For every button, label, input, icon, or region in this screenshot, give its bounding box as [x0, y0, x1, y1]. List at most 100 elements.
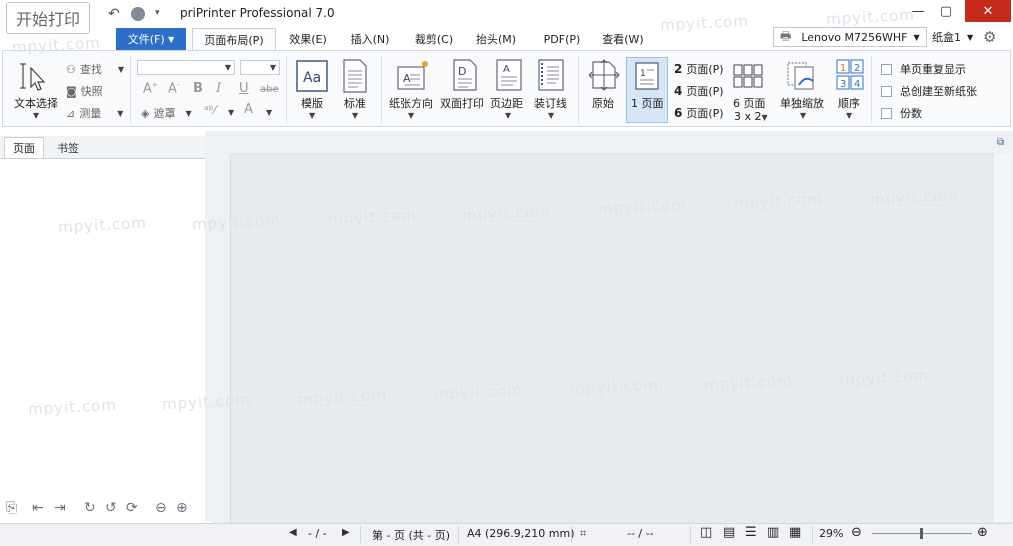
tab-crop[interactable]: 裁剪(C)	[408, 28, 460, 50]
chevron-down-icon[interactable]: ▼	[846, 111, 852, 120]
next-page-icon[interactable]: ▶	[342, 527, 350, 538]
refresh-icon[interactable]: ↻	[84, 500, 96, 516]
export-icon[interactable]: ⇥	[54, 500, 66, 516]
app-title: priPrinter Professional 7.0	[180, 6, 335, 20]
import-icon[interactable]: ⇤	[32, 500, 44, 516]
chevron-down-icon: ▼	[967, 32, 974, 42]
undo-icon[interactable]: ↶	[108, 6, 120, 22]
single-page-view-icon[interactable]: ▤	[723, 525, 735, 540]
tab-header[interactable]: 抬头(M)	[470, 28, 522, 50]
bold-icon[interactable]: B	[193, 81, 203, 96]
font-color-icon[interactable]: A	[244, 102, 253, 117]
left-panel	[0, 131, 206, 521]
checkbox-box	[881, 85, 892, 97]
chevron-down-icon[interactable]: ▼	[33, 111, 39, 120]
continuous-view-icon[interactable]: ☰	[745, 525, 757, 540]
new-sheet-checkbox[interactable]: 总创建至新纸张	[881, 83, 977, 99]
highlight-icon[interactable]: ᵃᵇ⁄	[204, 103, 216, 117]
binding-button[interactable]: 装订线	[534, 95, 567, 111]
page-view-icon[interactable]: ◫	[700, 525, 712, 540]
font-grow-icon[interactable]: A+	[143, 81, 158, 96]
find-label: 查找	[79, 63, 102, 76]
scale-single-button[interactable]: 单独缩放	[780, 95, 824, 111]
two-pages-button[interactable]: 2 页面(P)	[674, 61, 724, 77]
order-button[interactable]: 顺序	[838, 95, 860, 111]
add-page-icon[interactable]: ⎘	[6, 500, 17, 516]
italic-icon[interactable]: I	[216, 81, 221, 96]
six-pages-button[interactable]: 6 页面(P)	[674, 105, 724, 121]
prev-page-icon[interactable]: ◀	[289, 527, 297, 538]
tray-select[interactable]: 纸盒1 ▼	[928, 27, 978, 47]
grid-size-select[interactable]: 3 x 2▼	[734, 110, 768, 123]
tab-effects[interactable]: 效果(E)	[282, 28, 334, 50]
chevron-down-icon[interactable]: ▼	[548, 111, 554, 120]
chevron-down-icon[interactable]: ▼	[266, 108, 272, 117]
four-pages-label: 页面(P)	[686, 85, 724, 98]
close-icon[interactable]: ✕	[965, 0, 1011, 22]
font-shrink-icon[interactable]: A-	[168, 81, 179, 96]
vertical-scrollbar[interactable]	[994, 154, 1011, 522]
duplex-button[interactable]: 双面打印	[440, 95, 484, 111]
strikethrough-icon[interactable]: abe	[260, 84, 279, 95]
start-print-button[interactable]: 开始打印	[6, 2, 90, 34]
grid-view-icon[interactable]: ▦	[789, 525, 801, 540]
zoom-in-icon[interactable]: ⊕	[176, 500, 188, 516]
snapshot-button[interactable]: ◙ 快照	[66, 83, 103, 99]
panel-toggle-icon[interactable]: ⧉	[997, 137, 1004, 148]
quick-access-dropdown-icon[interactable]: ▾	[155, 8, 160, 18]
ribbon-separator	[871, 56, 872, 124]
underline-icon[interactable]: U	[239, 81, 249, 96]
repeat-single-page-checkbox[interactable]: 单页重复显示	[881, 61, 966, 77]
tab-pdf[interactable]: PDF(P)	[536, 28, 588, 50]
zoom-out-icon[interactable]: ⊖	[851, 525, 862, 540]
zoom-in-icon[interactable]: ⊕	[977, 525, 988, 540]
six-pages-label: 页面(P)	[686, 107, 724, 120]
svg-text:1: 1	[640, 69, 646, 79]
find-button[interactable]: ⚇ 查找 ▼	[66, 61, 124, 77]
chevron-down-icon[interactable]: ▼	[228, 108, 234, 117]
tab-insert[interactable]: 插入(N)	[344, 28, 396, 50]
order-num-3: 3	[840, 79, 846, 90]
template-button[interactable]: 模版	[301, 95, 323, 111]
zoom-out-icon[interactable]: ⊖	[155, 500, 167, 516]
chevron-down-icon[interactable]: ▼	[408, 111, 414, 120]
copies-checkbox[interactable]: 份数	[881, 105, 922, 121]
one-page-icon: 1	[635, 62, 659, 90]
two-page-view-icon[interactable]: ▥	[767, 525, 779, 540]
measure-button[interactable]: ⊿ 测量 ▼	[66, 105, 123, 121]
gear-icon[interactable]: ⚙	[983, 28, 996, 46]
four-pages-button[interactable]: 4 页面(P)	[674, 83, 724, 99]
tab-page-layout[interactable]: 页面布局(P)	[192, 28, 276, 51]
repeat-single-page-label: 单页重复显示	[900, 63, 966, 76]
font-family-combo[interactable]: ▼	[137, 60, 235, 75]
chevron-down-icon[interactable]: ▼	[800, 111, 806, 120]
chevron-down-icon[interactable]: ▼	[505, 111, 511, 120]
tab-pages[interactable]: 页面	[4, 137, 44, 158]
text-select-button[interactable]: 文本选择	[14, 95, 58, 111]
mask-button[interactable]: ◈ 遮罩 ▼	[141, 105, 192, 121]
tab-view[interactable]: 查看(W)	[597, 28, 649, 50]
margins-button[interactable]: 页边距	[490, 95, 523, 111]
zoom-slider-thumb[interactable]	[920, 528, 923, 539]
maximize-icon[interactable]: ▢	[930, 0, 962, 22]
tab-bookmarks[interactable]: 书签	[48, 137, 88, 158]
font-size-combo[interactable]: ▼	[240, 60, 280, 75]
chevron-down-icon[interactable]: ▼	[309, 111, 315, 120]
orientation-button[interactable]: 纸张方向	[389, 95, 433, 111]
two-pages-label: 页面(P)	[686, 63, 724, 76]
tab-file-label: 文件(F)	[127, 33, 165, 46]
grid-pages-button[interactable]: 6 页面	[733, 95, 766, 111]
ribbon-separator	[130, 56, 131, 124]
tab-file[interactable]: 文件(F) ▼	[116, 28, 186, 50]
printer-select[interactable]: 🖶 Lenovo M7256WHF ▼	[773, 27, 927, 47]
eraser-icon: ◈	[141, 106, 150, 120]
rotate-left-icon[interactable]: ↺	[105, 500, 117, 516]
order-num-1: 1	[840, 63, 846, 74]
rotate-both-icon[interactable]: ⟳	[126, 500, 138, 516]
binoculars-icon: ⚇	[66, 62, 76, 76]
original-button[interactable]: 原始	[592, 95, 614, 111]
globe-icon[interactable]	[130, 6, 146, 22]
chevron-down-icon[interactable]: ▼	[352, 111, 358, 120]
page-nav-text: - / -	[308, 527, 327, 540]
stamp-button[interactable]: 标准	[344, 95, 366, 111]
